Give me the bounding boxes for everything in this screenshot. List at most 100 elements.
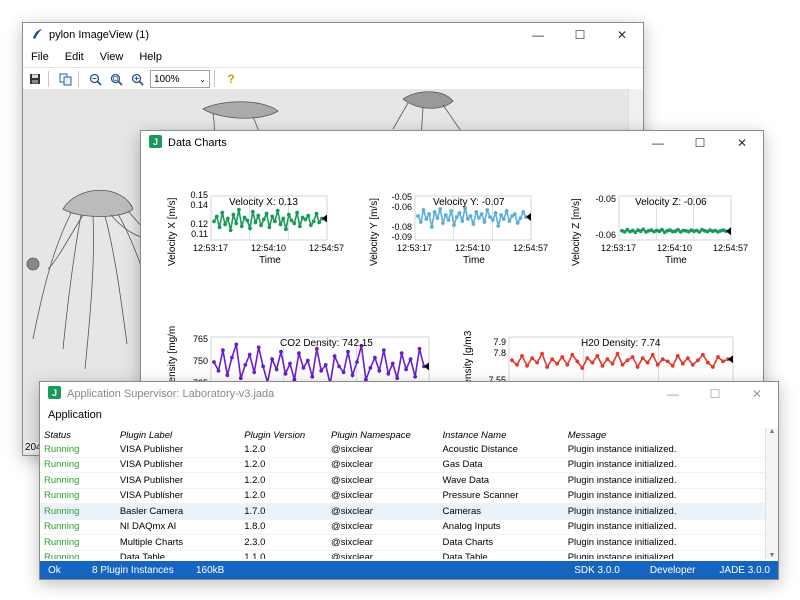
menu-edit[interactable]: Edit: [57, 51, 92, 63]
zoom-value: 100%: [154, 73, 180, 85]
data-point: [248, 226, 252, 231]
svg-text:J: J: [153, 137, 158, 147]
maximize-button[interactable]: ☐: [559, 23, 601, 47]
data-point: [250, 209, 255, 214]
copy-icon[interactable]: [56, 70, 74, 88]
y-tick-label: 7.8: [493, 347, 506, 358]
data-point: [221, 348, 225, 353]
y-tick-label: 0.15: [190, 190, 208, 200]
zoom-fit-icon[interactable]: [107, 70, 125, 88]
table-cell: 2.3.0: [240, 534, 328, 551]
data-point: [297, 224, 302, 229]
pylon-logo-icon: [31, 28, 43, 43]
table-cell: Data Charts: [438, 534, 564, 551]
table-row[interactable]: Running VISA Publisher 1.2.0 @sixclear Wave …: [40, 472, 766, 489]
column-header[interactable]: Status: [40, 428, 116, 442]
table-cell: VISA Publisher: [115, 457, 241, 473]
menu-application[interactable]: Application: [40, 409, 110, 421]
minimize-button[interactable]: —: [637, 131, 679, 155]
supervisor-titlebar[interactable]: J Application Supervisor: Laboratory-v3.…: [40, 382, 778, 406]
maximize-button[interactable]: ☐: [679, 131, 721, 155]
data-point: [418, 220, 423, 224]
data-point: [305, 358, 310, 363]
y-tick-label: -0.05: [391, 192, 412, 202]
x-tick-label: 12:54:10: [251, 243, 287, 253]
x-tick-label: 12:53:17: [397, 243, 433, 253]
data-point: [452, 223, 456, 227]
help-icon[interactable]: ?: [222, 70, 240, 88]
status-cell: Running: [40, 488, 116, 504]
minimize-button[interactable]: —: [517, 23, 559, 47]
data-point: [212, 219, 216, 224]
zoom-in-icon[interactable]: [128, 70, 146, 88]
data-point: [496, 224, 501, 228]
data-point: [225, 216, 230, 221]
close-button[interactable]: ✕: [721, 131, 763, 155]
table-cell: Gas Data: [438, 457, 564, 473]
chart-0[interactable]: Velocity X: 0.13 Velocity X [m/s] 0.15 0.14…: [167, 179, 344, 299]
table-row[interactable]: Running VISA Publisher 1.2.0 @sixclear Acous…: [40, 442, 766, 458]
data-point: [303, 217, 308, 222]
chart-1[interactable]: Velocity Y: -0.07 Velocity Y [m/s] -0.05 -0…: [369, 179, 548, 299]
menu-view[interactable]: View: [92, 51, 132, 63]
table-row[interactable]: Running VISA Publisher 1.2.0 @sixclear Press…: [40, 488, 766, 504]
data-point: [507, 219, 512, 223]
table-scrollbar[interactable]: ▲ ▼: [765, 428, 778, 559]
table-row[interactable]: Running NI DAQmx AI 1.8.0 @sixclear Analog I…: [40, 519, 766, 535]
table-cell: NI DAQmx AI: [115, 519, 241, 535]
data-point: [499, 213, 503, 217]
data-point: [243, 363, 248, 367]
close-button[interactable]: ✕: [601, 23, 643, 47]
maximize-button[interactable]: ☐: [694, 382, 736, 406]
y-tick-label: 0.14: [190, 199, 208, 210]
data-point: [555, 361, 560, 366]
table-cell: Plugin instance initialized.: [563, 503, 766, 520]
data-point: [259, 223, 263, 228]
save-icon[interactable]: [26, 70, 44, 88]
data-point: [395, 376, 400, 381]
table-row[interactable]: Running VISA Publisher 1.2.0 @sixclear Gas D…: [40, 457, 766, 473]
data-point: [665, 359, 670, 364]
zoom-select[interactable]: 100% ⌄: [150, 70, 210, 88]
status-cell: Running: [40, 519, 116, 535]
close-button[interactable]: ✕: [736, 382, 778, 406]
data-point: [575, 359, 580, 364]
supervisor-window: J Application Supervisor: Laboratory-v3.…: [39, 381, 779, 580]
menu-help[interactable]: Help: [131, 51, 170, 63]
data-point: [482, 220, 487, 224]
data-point: [460, 219, 465, 223]
scroll-up-arrow[interactable]: ▲: [766, 428, 778, 435]
imageview-titlebar[interactable]: pylon ImageView (1) — ☐ ✕: [23, 23, 643, 47]
column-header[interactable]: Plugin Namespace: [327, 428, 438, 442]
data-point: [270, 214, 275, 219]
table-cell: @sixclear: [327, 472, 439, 489]
minimize-button[interactable]: —: [652, 382, 694, 406]
datacharts-titlebar[interactable]: J Data Charts — ☐ ✕: [141, 131, 763, 155]
x-tick-label: 12:53:17: [601, 243, 637, 253]
y-tick-label: -0.05: [595, 193, 616, 204]
zoom-out-icon[interactable]: [86, 70, 104, 88]
table-cell: @sixclear: [327, 519, 439, 535]
table-row[interactable]: Running Multiple Charts 2.3.0 @sixclear Data…: [40, 534, 766, 551]
table-row[interactable]: Running Data Table 1.1.0 @sixclear Data Tabl…: [40, 550, 766, 559]
data-point: [288, 361, 292, 366]
menu-file[interactable]: File: [23, 51, 57, 63]
status-ok: Ok: [48, 564, 61, 576]
data-point: [301, 366, 306, 370]
x-axis-label: Time: [259, 255, 281, 266]
column-header[interactable]: Instance Name: [438, 428, 563, 442]
data-point: [220, 210, 225, 215]
data-point: [256, 213, 261, 218]
supervisor-menubar: Application: [40, 406, 778, 424]
data-point: [545, 365, 550, 369]
chart-2[interactable]: Velocity Z: -0.06 Velocity Z [m/s] -0.05 -0…: [571, 179, 748, 299]
status-bar: Ok 8 Plugin Instances 160kB SDK 3.0.0 De…: [40, 561, 778, 579]
column-header[interactable]: Plugin Version: [240, 428, 327, 442]
data-point: [274, 367, 279, 372]
data-point: [446, 218, 451, 222]
column-header[interactable]: Message: [564, 428, 766, 442]
scroll-down-arrow[interactable]: ▼: [766, 552, 778, 559]
table-row[interactable]: Running Basler Camera 1.7.0 @sixclear Camera…: [40, 503, 766, 520]
column-header[interactable]: Plugin Label: [116, 428, 240, 442]
data-point: [701, 352, 705, 357]
